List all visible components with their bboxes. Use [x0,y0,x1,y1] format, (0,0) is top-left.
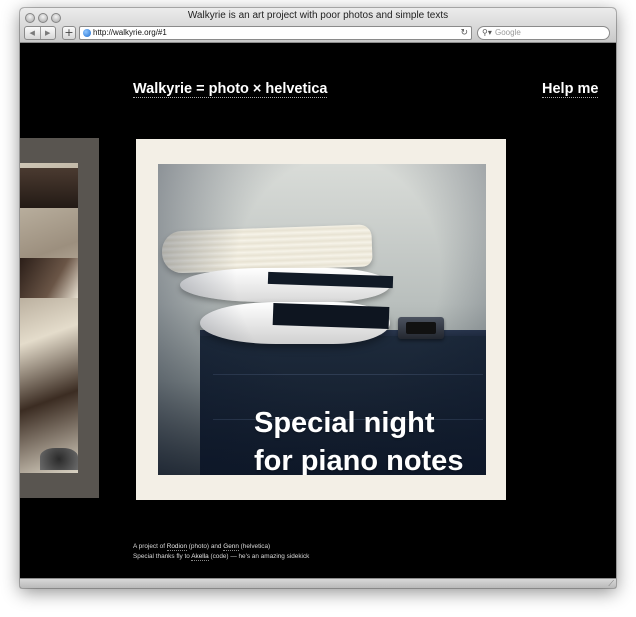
reload-icon[interactable]: ↻ [460,27,468,39]
footer-text: (photo) and [187,543,224,550]
caption-line-2: for piano notes [254,445,464,475]
photo-image: Special night for piano notes [158,164,486,475]
footer-line-1: A project of Rodion (photo) and Genn (he… [133,542,309,552]
previous-photo-image [20,163,78,473]
help-me-link[interactable]: Help me [542,82,599,98]
footer-text: (helvetica) [238,543,271,550]
polaroid-frame[interactable]: Special night for piano notes [136,139,506,500]
footer-text: Special thanks fly to [133,553,192,560]
footer: A project of Rodion (photo) and Genn (he… [133,542,309,562]
previous-photo-detail [40,448,78,470]
photo-caption: Special night for piano notes [254,404,486,475]
address-bar[interactable]: ↻ [79,26,472,40]
page-content: Walkyrie = photo × helvetica Help me Spe… [20,43,616,578]
previous-photo-detail [20,168,78,208]
nav-buttons: ◀ ▶ [24,26,56,40]
site-title-link[interactable]: Walkyrie = photo × helvetica [133,82,328,98]
rodion-link[interactable]: Rodion [166,543,188,551]
previous-photo-detail [20,258,78,298]
akella-link[interactable]: Akella [191,553,209,561]
genn-link[interactable]: Genn [223,543,239,551]
titlebar: Walkyrie is an art project with poor pho… [20,8,616,43]
status-bar: ⟋ [20,578,616,588]
search-bar[interactable]: ⚲▾ [477,26,610,40]
window-title: Walkyrie is an art project with poor pho… [187,10,449,21]
caption-line-1: Special night [254,407,435,439]
forward-button[interactable]: ▶ [41,27,56,39]
url-input[interactable] [93,27,453,39]
search-icon: ⚲▾ [482,28,492,37]
back-button[interactable]: ◀ [25,27,41,39]
add-bookmark-button[interactable]: + [62,26,76,40]
previous-photo[interactable] [20,138,99,498]
footer-text: A project of [133,543,167,550]
globe-icon [83,29,91,37]
resize-grip-icon[interactable]: ⟋ [608,580,614,588]
search-input[interactable] [495,27,603,39]
footer-line-2: Special thanks fly to Akella (code) — he… [133,552,309,562]
footer-text: (code) — he's an amazing sidekick [208,553,310,560]
browser-window: Walkyrie is an art project with poor pho… [20,8,616,588]
